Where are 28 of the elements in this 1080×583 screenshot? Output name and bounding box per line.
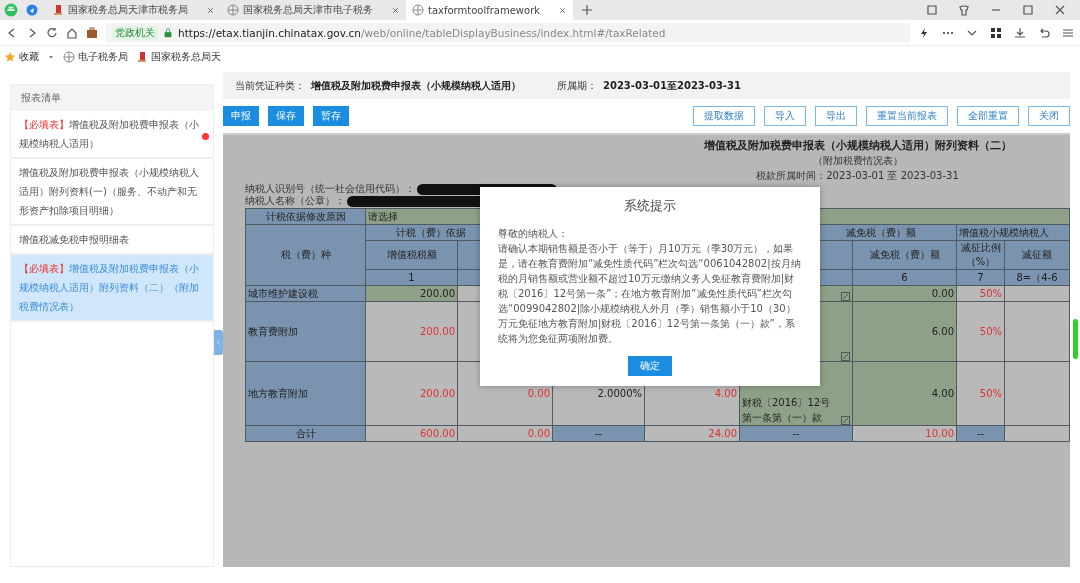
site-badge: 党政机关 xyxy=(112,25,158,40)
table-cell: 200.00 xyxy=(365,301,458,362)
dialog-greeting: 尊敬的纳税人： xyxy=(498,227,568,241)
column-header: 增值税税额 xyxy=(365,240,458,270)
column-header: 减征额 xyxy=(1004,240,1070,270)
row-header: 地方教育附加 xyxy=(245,361,366,426)
form-subtitle: （附加税费情况表） xyxy=(812,154,903,168)
row-header: 教育费附加 xyxy=(245,301,366,362)
table-cell: 200.00 xyxy=(365,361,458,426)
sidebar-title: 报表清单 xyxy=(11,85,213,111)
taxpayer-name-label: 纳税人名称（公章）： xyxy=(245,194,345,208)
column-header: 税（费）种 xyxy=(245,224,366,286)
tax-period: 税款所属时间：2023-03-01 至 2023-03-31 xyxy=(756,169,959,183)
table-cell: 50% xyxy=(956,301,1005,362)
table-cell: 4.00 xyxy=(852,361,957,426)
column-header: 计税依据修改原因 xyxy=(245,208,366,225)
dialog-message: 请确认本期销售额是否小于（等于）月10万元（季30万元），如果是，请在教育费附加“减免性质代码”栏次勾选“0061042802|按月纳税的月销售额或营业额不超过10万元缴纳义务人免征教育费附加|财税〔2016〕12号第一条”；在地方教育附加“减免性质代码”栏次勾选“0099042802|除小规模纳税人外月（季）销售额小于10（30）万元免征地方教育附加|财税〔2016〕12号第一条第（一）款”，系统将为您免征两项附加费。 xyxy=(498,242,802,346)
column-header: 减免税（费）额 xyxy=(852,240,957,270)
type-label: 当前凭证种类： xyxy=(235,78,305,93)
form-title: 增值税及附加税费申报表（小规模纳税人适用）附列资料（二） xyxy=(703,138,1012,153)
taxpayer-id-label: 纳税人识别号（统一社会信用代码）： xyxy=(245,182,415,195)
period-value: 2023-03-01至2023-03-31 xyxy=(603,78,741,93)
table-cell: 6.00 xyxy=(852,301,957,362)
type-value: 增值税及附加税费申报表（小规模纳税人适用） xyxy=(311,78,521,93)
period-label: 所属期： xyxy=(557,78,597,93)
dialog-title: 系统提示 xyxy=(624,197,676,215)
table-cell: 50% xyxy=(956,361,1005,426)
table-cell-text: 财税〔2016〕12号第一条第（一）款 xyxy=(742,396,832,425)
